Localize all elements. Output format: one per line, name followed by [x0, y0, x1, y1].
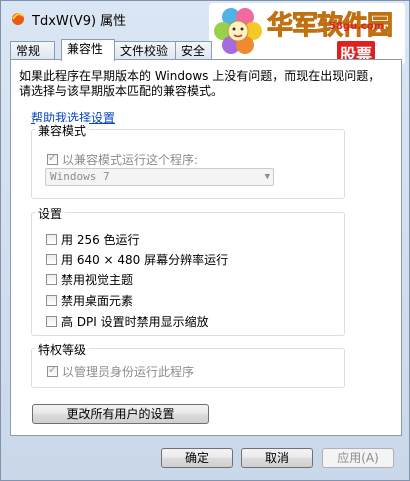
description-text: 如果此程序在早期版本的 Windows 上没有问题，而现在出现问题，请选择与该早…: [19, 69, 381, 98]
compat-mode-checkbox[interactable]: 以兼容模式运行这个程序:: [47, 151, 198, 168]
settings-title: 设置: [35, 205, 66, 222]
checkbox-icon: [46, 316, 57, 327]
checkbox-icon: [46, 254, 57, 265]
run-as-admin-checkbox[interactable]: 以管理员身份运行此程序: [47, 363, 194, 380]
chevron-down-icon: ▼: [264, 172, 270, 182]
tab-compatibility[interactable]: 兼容性: [61, 39, 115, 61]
tab-file-checksum[interactable]: 文件校验: [114, 41, 176, 60]
option-label: 用 256 色运行: [61, 233, 140, 247]
option-disable-dpi-scaling[interactable]: 高 DPI 设置时禁用显示缩放: [46, 313, 209, 330]
tab-security[interactable]: 安全: [175, 41, 212, 60]
watermark-logo: 华军软件园 58gu.com 股票: [209, 3, 405, 65]
checkbox-checked-icon: [47, 363, 58, 377]
option-label: 禁用视觉主题: [61, 273, 134, 287]
compat-mode-title: 兼容模式: [35, 122, 90, 139]
option-label: 用 640 × 480 屏幕分辨率运行: [61, 253, 229, 267]
properties-window: TdxW(V9) 属性 华军软件园 58gu.com 股票 常规 兼容性 文件校…: [0, 0, 410, 481]
cancel-button[interactable]: 取消: [241, 448, 313, 468]
option-disable-desktop-composition[interactable]: 禁用桌面元素: [46, 292, 133, 309]
os-version-select[interactable]: Windows 7 ▼: [45, 168, 274, 186]
option-256-colors[interactable]: 用 256 色运行: [46, 231, 140, 248]
compat-mode-label: 以兼容模式运行这个程序:: [62, 153, 199, 167]
checkbox-icon: [46, 295, 57, 306]
ok-button[interactable]: 确定: [161, 448, 233, 468]
option-disable-visual-themes[interactable]: 禁用视觉主题: [46, 271, 133, 288]
checkbox-icon: [46, 274, 57, 285]
os-version-value: Windows 7: [50, 170, 110, 183]
tab-general[interactable]: 常规: [10, 41, 55, 60]
flower-mascot-icon: [214, 8, 262, 54]
privilege-title: 特权等级: [35, 341, 90, 358]
checkbox-checked-icon: [47, 151, 58, 165]
option-label: 高 DPI 设置时禁用显示缩放: [61, 315, 209, 329]
change-all-users-button[interactable]: 更改所有用户的设置: [32, 404, 209, 424]
apply-button[interactable]: 应用(A): [322, 448, 394, 468]
logo-site-url: 58gu.com: [329, 21, 385, 32]
option-label: 禁用桌面元素: [61, 294, 134, 308]
app-icon: [12, 13, 24, 25]
run-as-admin-label: 以管理员身份运行此程序: [62, 365, 195, 379]
option-640x480[interactable]: 用 640 × 480 屏幕分辨率运行: [46, 251, 228, 268]
checkbox-icon: [46, 234, 57, 245]
window-title: TdxW(V9) 属性: [32, 14, 127, 29]
